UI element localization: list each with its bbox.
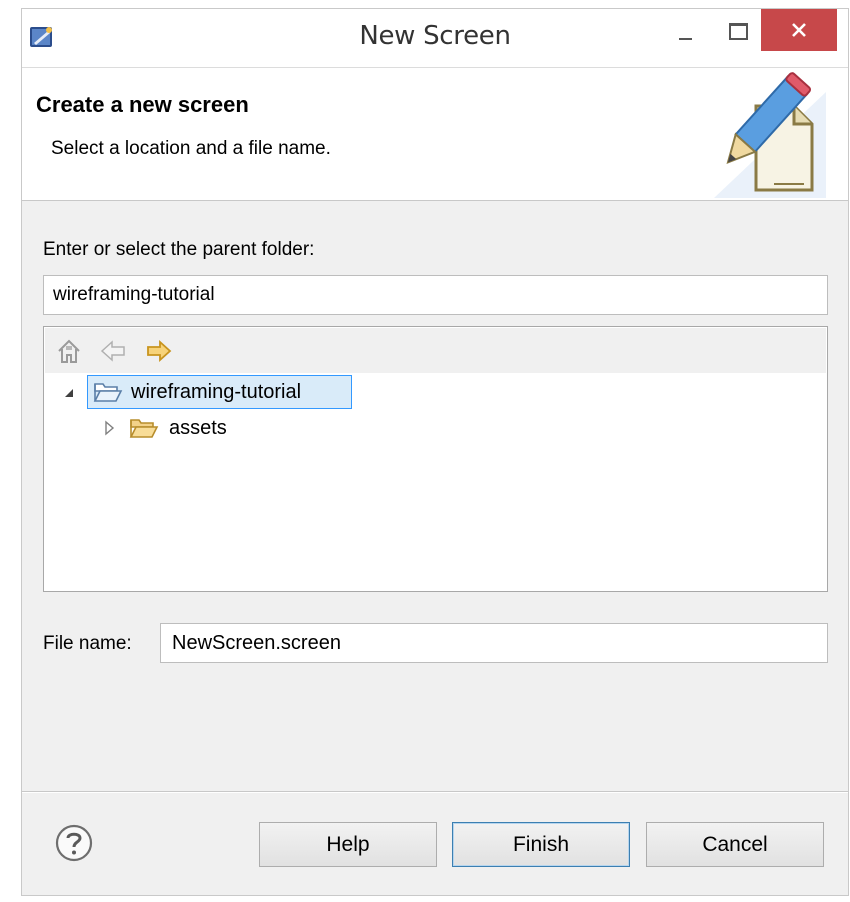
help-icon[interactable] [54,823,94,863]
back-arrow-icon[interactable] [99,337,127,365]
footer-separator [22,791,848,793]
open-folder-icon [93,383,123,402]
parent-folder-input[interactable] [43,275,828,315]
collapsed-twisty-icon[interactable] [102,411,118,445]
forward-arrow-icon[interactable] [145,337,173,365]
expanded-twisty-icon[interactable] [62,375,78,409]
parent-folder-label: Enter or select the parent folder: [43,239,315,260]
pencil-document-icon [714,72,826,198]
cancel-button[interactable]: Cancel [646,822,824,867]
home-icon[interactable] [55,337,83,365]
folder-icon [129,419,159,438]
file-name-input[interactable] [160,623,828,663]
title-bar[interactable]: New Screen [22,9,848,67]
maximize-button[interactable] [712,11,762,51]
tree-toolbar [45,328,826,373]
tree-node-label: assets [169,417,227,439]
wizard-header: Create a new screen Select a location an… [22,67,848,201]
wizard-description: Select a location and a file name. [51,138,331,159]
tree-item-assets[interactable]: assets [44,411,824,445]
finish-button[interactable]: Finish [452,822,630,867]
file-name-label: File name: [43,633,132,654]
wizard-title: Create a new screen [36,92,249,117]
selected-node-highlight[interactable]: wireframing-tutorial [87,375,352,409]
tree-node-label: wireframing-tutorial [131,381,302,403]
close-button[interactable] [761,9,837,51]
close-icon [792,23,806,37]
new-screen-dialog: New Screen Create a new screen Select a … [21,8,849,896]
help-button[interactable]: Help [259,822,437,867]
minimize-button[interactable] [662,11,708,51]
folder-tree[interactable]: wireframing-tutorial assets [43,326,828,592]
